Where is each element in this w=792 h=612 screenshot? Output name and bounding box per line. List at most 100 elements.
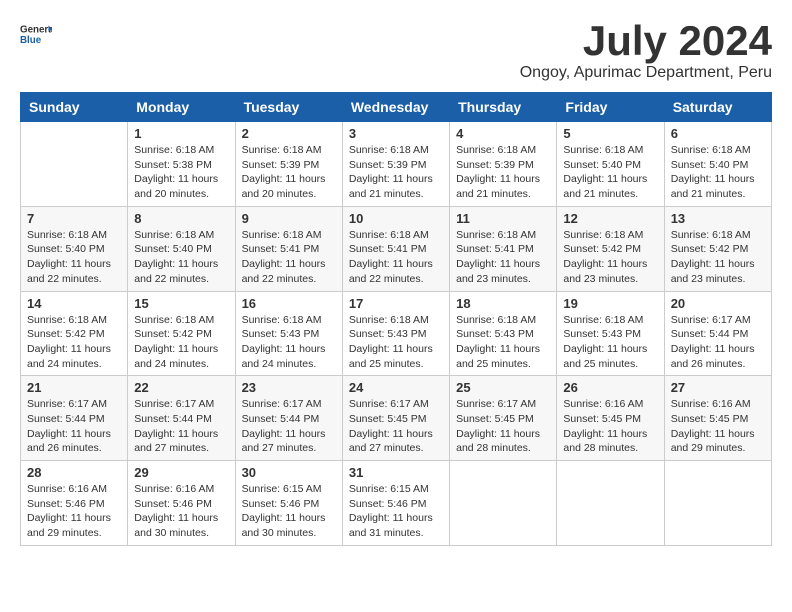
day-info: Sunrise: 6:18 AMSunset: 5:43 PMDaylight:…: [563, 313, 657, 372]
svg-text:General: General: [20, 24, 52, 35]
calendar-cell: 24Sunrise: 6:17 AMSunset: 5:45 PMDayligh…: [342, 376, 449, 461]
day-info: Sunrise: 6:18 AMSunset: 5:43 PMDaylight:…: [456, 313, 550, 372]
day-info: Sunrise: 6:17 AMSunset: 5:45 PMDaylight:…: [456, 397, 550, 456]
day-number: 25: [456, 380, 550, 395]
calendar-cell: 19 Sunrise: 6:18 AMSunset: 5:43 PMDayligh…: [557, 291, 664, 376]
day-number: 14: [27, 296, 121, 311]
day-number: 18: [456, 296, 550, 311]
day-number: 13: [671, 211, 765, 226]
day-number: 8: [134, 211, 228, 226]
day-info: Sunrise: 6:18 AMSunset: 5:40 PMDaylight:…: [563, 143, 657, 202]
calendar-cell: 21 Sunrise: 6:17 AMSunset: 5:44 PMDayligh…: [21, 376, 128, 461]
day-info: Sunrise: 6:18 AMSunset: 5:42 PMDaylight:…: [563, 228, 657, 287]
col-monday: Monday: [128, 93, 235, 122]
svg-text:Blue: Blue: [20, 35, 42, 46]
week-row-4: 21 Sunrise: 6:17 AMSunset: 5:44 PMDayligh…: [21, 376, 772, 461]
page-header: General Blue July 2024 Ongoy, Apurimac D…: [20, 20, 772, 82]
day-number: 15: [134, 296, 228, 311]
week-row-3: 14 Sunrise: 6:18 AMSunset: 5:42 PMDayligh…: [21, 291, 772, 376]
week-row-2: 7 Sunrise: 6:18 AMSunset: 5:40 PMDaylight…: [21, 206, 772, 291]
day-number: 26: [563, 380, 657, 395]
logo: General Blue: [20, 20, 52, 52]
day-info: Sunrise: 6:18 AMSunset: 5:40 PMDaylight:…: [671, 143, 765, 202]
calendar-cell: 2Sunrise: 6:18 AMSunset: 5:39 PMDaylight…: [235, 122, 342, 207]
calendar-cell: 15 Sunrise: 6:18 AMSunset: 5:42 PMDayligh…: [128, 291, 235, 376]
calendar-cell: [21, 122, 128, 207]
day-number: 1: [134, 126, 228, 141]
day-info: Sunrise: 6:18 AMSunset: 5:41 PMDaylight:…: [242, 228, 336, 287]
col-wednesday: Wednesday: [342, 93, 449, 122]
col-thursday: Thursday: [450, 93, 557, 122]
calendar-cell: 1 Sunrise: 6:18 AMSunset: 5:38 PMDaylight…: [128, 122, 235, 207]
day-number: 31: [349, 465, 443, 480]
calendar-cell: 11Sunrise: 6:18 AMSunset: 5:41 PMDayligh…: [450, 206, 557, 291]
day-number: 19: [563, 296, 657, 311]
col-sunday: Sunday: [21, 93, 128, 122]
day-info: Sunrise: 6:18 AMSunset: 5:42 PMDaylight:…: [27, 313, 121, 372]
calendar-cell: 7 Sunrise: 6:18 AMSunset: 5:40 PMDaylight…: [21, 206, 128, 291]
day-info: Sunrise: 6:15 AMSunset: 5:46 PMDaylight:…: [242, 482, 336, 541]
calendar-cell: 30 Sunrise: 6:15 AMSunset: 5:46 PMDayligh…: [235, 461, 342, 546]
day-number: 6: [671, 126, 765, 141]
day-info: Sunrise: 6:17 AMSunset: 5:44 PMDaylight:…: [134, 397, 228, 456]
day-number: 22: [134, 380, 228, 395]
day-info: Sunrise: 6:16 AMSunset: 5:46 PMDaylight:…: [27, 482, 121, 541]
calendar-cell: 28 Sunrise: 6:16 AMSunset: 5:46 PMDayligh…: [21, 461, 128, 546]
calendar-cell: 9Sunrise: 6:18 AMSunset: 5:41 PMDaylight…: [235, 206, 342, 291]
calendar-cell: 29 Sunrise: 6:16 AMSunset: 5:46 PMDayligh…: [128, 461, 235, 546]
day-info: Sunrise: 6:18 AMSunset: 5:42 PMDaylight:…: [134, 313, 228, 372]
calendar-cell: 13 Sunrise: 6:18 AMSunset: 5:42 PMDayligh…: [664, 206, 771, 291]
calendar-cell: 31 Sunrise: 6:15 AMSunset: 5:46 PMDayligh…: [342, 461, 449, 546]
calendar-cell: 25 Sunrise: 6:17 AMSunset: 5:45 PMDayligh…: [450, 376, 557, 461]
day-info: Sunrise: 6:15 AMSunset: 5:46 PMDaylight:…: [349, 482, 443, 541]
month-title: July 2024: [520, 20, 772, 62]
location-subtitle: Ongoy, Apurimac Department, Peru: [520, 64, 772, 82]
calendar-header-row: Sunday Monday Tuesday Wednesday Thursday…: [21, 93, 772, 122]
day-info: Sunrise: 6:18 AMSunset: 5:43 PMDaylight:…: [242, 313, 336, 372]
day-number: 24: [349, 380, 443, 395]
calendar-cell: 14 Sunrise: 6:18 AMSunset: 5:42 PMDayligh…: [21, 291, 128, 376]
calendar-cell: [664, 461, 771, 546]
day-number: 27: [671, 380, 765, 395]
calendar-cell: [450, 461, 557, 546]
day-info: Sunrise: 6:18 AMSunset: 5:40 PMDaylight:…: [134, 228, 228, 287]
calendar-cell: 5 Sunrise: 6:18 AMSunset: 5:40 PMDaylight…: [557, 122, 664, 207]
day-info: Sunrise: 6:17 AMSunset: 5:44 PMDaylight:…: [242, 397, 336, 456]
calendar-cell: 18 Sunrise: 6:18 AMSunset: 5:43 PMDayligh…: [450, 291, 557, 376]
calendar-cell: 23 Sunrise: 6:17 AMSunset: 5:44 PMDayligh…: [235, 376, 342, 461]
day-info: Sunrise: 6:16 AMSunset: 5:45 PMDaylight:…: [671, 397, 765, 456]
day-number: 4: [456, 126, 550, 141]
day-number: 11: [456, 211, 550, 226]
day-number: 12: [563, 211, 657, 226]
day-info: Sunrise: 6:18 AMSunset: 5:40 PMDaylight:…: [27, 228, 121, 287]
week-row-1: 1 Sunrise: 6:18 AMSunset: 5:38 PMDaylight…: [21, 122, 772, 207]
day-info: Sunrise: 6:18 AMSunset: 5:39 PMDaylight:…: [349, 143, 443, 202]
calendar-cell: 22 Sunrise: 6:17 AMSunset: 5:44 PMDayligh…: [128, 376, 235, 461]
day-number: 3: [349, 126, 443, 141]
day-number: 17: [349, 296, 443, 311]
day-number: 21: [27, 380, 121, 395]
calendar-cell: 12 Sunrise: 6:18 AMSunset: 5:42 PMDayligh…: [557, 206, 664, 291]
day-info: Sunrise: 6:18 AMSunset: 5:38 PMDaylight:…: [134, 143, 228, 202]
calendar-cell: 26Sunrise: 6:16 AMSunset: 5:45 PMDayligh…: [557, 376, 664, 461]
day-info: Sunrise: 6:18 AMSunset: 5:39 PMDaylight:…: [456, 143, 550, 202]
calendar-cell: 4 Sunrise: 6:18 AMSunset: 5:39 PMDaylight…: [450, 122, 557, 207]
calendar-cell: 8 Sunrise: 6:18 AMSunset: 5:40 PMDaylight…: [128, 206, 235, 291]
day-number: 10: [349, 211, 443, 226]
logo-icon: General Blue: [20, 20, 52, 52]
day-number: 30: [242, 465, 336, 480]
day-info: Sunrise: 6:17 AMSunset: 5:44 PMDaylight:…: [27, 397, 121, 456]
col-tuesday: Tuesday: [235, 93, 342, 122]
calendar-cell: 20Sunrise: 6:17 AMSunset: 5:44 PMDayligh…: [664, 291, 771, 376]
day-number: 5: [563, 126, 657, 141]
day-info: Sunrise: 6:16 AMSunset: 5:46 PMDaylight:…: [134, 482, 228, 541]
day-number: 7: [27, 211, 121, 226]
calendar-cell: 27 Sunrise: 6:16 AMSunset: 5:45 PMDayligh…: [664, 376, 771, 461]
title-block: July 2024 Ongoy, Apurimac Department, Pe…: [520, 20, 772, 82]
day-number: 23: [242, 380, 336, 395]
day-number: 16: [242, 296, 336, 311]
day-number: 29: [134, 465, 228, 480]
week-row-5: 28 Sunrise: 6:16 AMSunset: 5:46 PMDayligh…: [21, 461, 772, 546]
day-info: Sunrise: 6:18 AMSunset: 5:42 PMDaylight:…: [671, 228, 765, 287]
day-number: 28: [27, 465, 121, 480]
